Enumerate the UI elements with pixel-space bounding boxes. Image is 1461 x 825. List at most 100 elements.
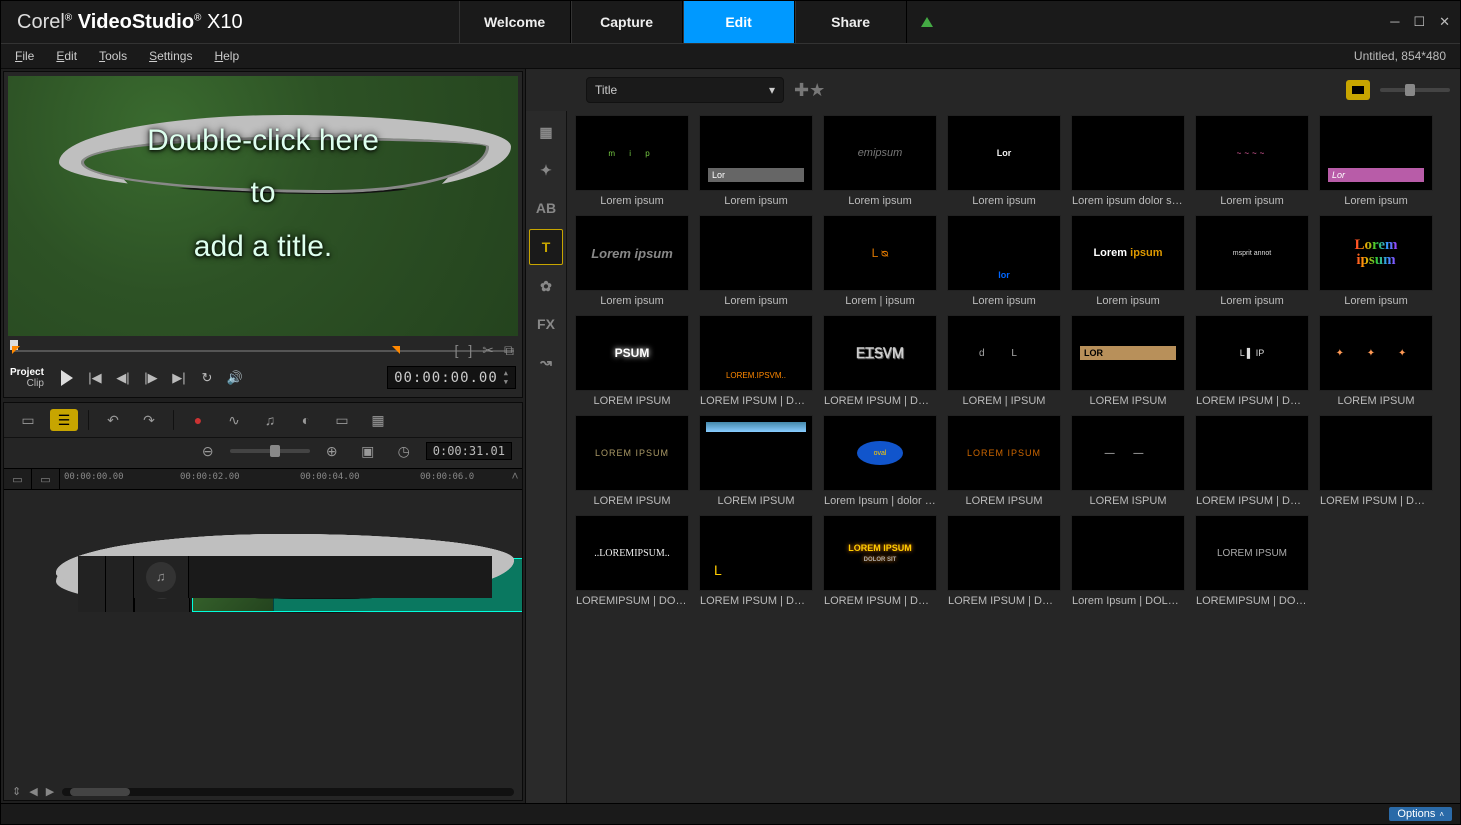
tab-transition[interactable]: AB [530,191,562,225]
undo-button[interactable]: ↶ [99,409,127,431]
title-preset[interactable]: — —LOREM ISPUM [1069,415,1187,507]
zoom-in-button[interactable]: ⊕ [318,440,346,462]
title-preset[interactable]: LOREM IPSUMLOREM IPSUM [573,415,691,507]
title-preset[interactable]: msprit annotLorem ipsum [1193,215,1311,307]
thumbnail-view-button[interactable] [1346,80,1370,100]
timeline-ruler[interactable]: 00:00:00.00 00:00:02.00 00:00:04.00 00:0… [60,469,508,489]
timeline-view-button[interactable]: ☰ [50,409,78,431]
close-button[interactable]: ✕ [1439,14,1450,30]
menu-settings[interactable]: Settings [149,49,192,63]
title-preset[interactable]: d LLOREM | IPSUM [945,315,1063,407]
title-preset[interactable]: ✦ ✦ ✦LOREM IPSUM [1317,315,1435,407]
tab-title[interactable]: T [529,229,563,265]
zoom-out-button[interactable]: ⊖ [194,440,222,462]
tab-welcome[interactable]: Welcome [459,1,571,43]
record-button[interactable]: ● [184,409,212,431]
title-preset[interactable]: L ᴓLorem | ipsum [821,215,939,307]
mark-out-button[interactable]: ] [468,342,472,359]
ruler-scroll-up[interactable]: ˄ [508,469,522,489]
title-preset[interactable]: ~~~~Lorem ipsum [1193,115,1311,207]
volume-button[interactable]: 🔊 [224,367,246,389]
title-preset[interactable]: LORLOREM IPSUM [1069,315,1187,407]
tab-graphic[interactable]: ✿ [530,269,562,303]
title-preset[interactable]: m i pLorem ipsum [573,115,691,207]
title-preset[interactable]: LOREM IPSUM | DOL… [945,515,1063,607]
track-motion-button[interactable]: ◐ [292,409,320,431]
mode-clip[interactable]: Clip [10,378,44,389]
snapshot-button[interactable]: ⧉ [504,342,514,359]
title-preset[interactable]: LOREM IPSUM | DOL… [1193,415,1311,507]
go-end-button[interactable]: ▶| [168,367,190,389]
fit-project-button[interactable]: ▣ [354,440,382,462]
title-preset[interactable]: LOREM IPSUMLOREMIPSUM | DOL… [1193,515,1311,607]
next-frame-button[interactable]: |▶ [140,367,162,389]
ruler-icon-2[interactable]: ▭ [32,469,60,489]
title-preset[interactable]: ..LOREMIPSUM..LOREMIPSUM | DOLO… [573,515,691,607]
title-placeholder[interactable]: Double-click here to add a title. [8,124,518,264]
export-button[interactable] [907,1,947,43]
play-button[interactable] [56,367,78,389]
title-preset[interactable]: Lorem ipsum [697,215,815,307]
maximize-button[interactable]: ☐ [1413,14,1425,30]
preview-viewport[interactable]: Double-click here to add a title. [8,76,518,336]
title-preset[interactable]: LorLorem ipsum [697,115,815,207]
title-preset[interactable]: LLOREM IPSUM | DOL… [697,515,815,607]
title-preset[interactable]: LoremipsumLorem ipsum [1317,215,1435,307]
tab-instant[interactable]: ✦ [530,153,562,187]
preview-timecode[interactable]: 00:00:00.00 ▲▼ [387,366,516,389]
title-preset[interactable]: ovalLorem Ipsum | dolor sit … [821,415,939,507]
menu-file[interactable]: File [15,49,34,63]
title-preset[interactable]: Lorem ipsumLorem ipsum [573,215,691,307]
title-preset[interactable]: Lorem ipsumLorem ipsum [1069,215,1187,307]
menu-help[interactable]: Help [214,49,239,63]
preview-scrubber[interactable]: [ ] ✂ ⧉ [8,342,518,360]
split-button[interactable]: ✂ [482,342,494,359]
title-preset[interactable]: LorLorem ipsum [945,115,1063,207]
scroll-right-button[interactable]: ▶ [46,785,54,798]
menu-edit[interactable]: Edit [56,49,77,63]
title-preset[interactable]: LOREM IPSUM [697,415,815,507]
title-preset[interactable]: LOREM.IPSVM..LOREM IPSUM | DOL… [697,315,815,407]
title-preset[interactable]: L ▌ IPLOREM IPSUM | DOL… [1193,315,1311,407]
title-preset[interactable]: LOREM IPSUMLOREM IPSUM [945,415,1063,507]
title-preset[interactable]: ᎬᏆᎦᏙᎷLOREM IPSUM | DOL… [821,315,939,407]
multi-view-button[interactable]: ▦ [364,409,392,431]
timeline-h-scrollbar[interactable] [62,788,514,796]
tab-capture[interactable]: Capture [571,1,683,43]
minimize-button[interactable]: ─ [1390,14,1399,30]
ruler-icon-1[interactable]: ▭ [4,469,32,489]
menu-tools[interactable]: Tools [99,49,127,63]
title-preset[interactable]: LorLorem ipsum [1317,115,1435,207]
title-preset[interactable]: lorLorem ipsum [945,215,1063,307]
library-category-dropdown[interactable]: Title ▾ [586,77,784,103]
title-preset[interactable]: Lorem Ipsum | DOLOR … [1069,515,1187,607]
tab-media[interactable]: ▦ [530,115,562,149]
thumbnail-size-slider[interactable] [1380,88,1450,92]
subtitle-button[interactable]: ▭ [328,409,356,431]
tab-path[interactable]: ↝ [530,345,562,379]
add-favorite-button[interactable]: ✚★ [794,80,825,101]
music-track-1-body[interactable] [189,556,492,598]
timecode-spinners[interactable]: ▲▼ [504,369,509,386]
title-preset[interactable]: LOREM IPSUMDOLOR SITLOREM IPSUM | DOL… [821,515,939,607]
tab-edit[interactable]: Edit [683,1,795,43]
tab-share[interactable]: Share [795,1,907,43]
mark-in-icon[interactable] [12,346,20,354]
repeat-button[interactable]: ↻ [196,367,218,389]
auto-music-button[interactable]: ♫ [256,409,284,431]
title-preset[interactable]: emipsumLorem ipsum [821,115,939,207]
title-preset[interactable]: PSUMLOREM IPSUM [573,315,691,407]
mode-project[interactable]: Project [10,367,44,378]
go-start-button[interactable]: |◀ [84,367,106,389]
mark-out-icon[interactable] [392,346,400,354]
zoom-slider[interactable] [230,449,310,453]
redo-button[interactable]: ↷ [135,409,163,431]
title-preset[interactable]: Lorem ipsum dolor sit a… [1069,115,1187,207]
tab-filter[interactable]: FX [530,307,562,341]
mark-in-button[interactable]: [ [454,342,458,359]
storyboard-view-button[interactable]: ▭ [14,409,42,431]
track-collapse-button[interactable]: ⇕ [12,785,21,798]
prev-frame-button[interactable]: ◀| [112,367,134,389]
playback-mode[interactable]: Project Clip [10,367,50,389]
options-button[interactable]: Options ˄ [1389,807,1452,821]
